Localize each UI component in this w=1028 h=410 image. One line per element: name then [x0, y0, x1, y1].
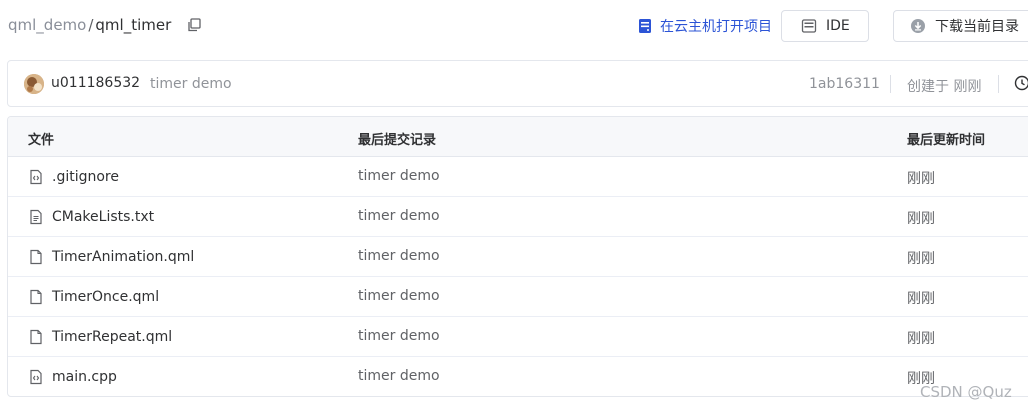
file-icon	[28, 289, 44, 305]
table-row[interactable]: TimerOnce.qml timer demo 刚刚	[8, 277, 1028, 317]
file-commit-message[interactable]: timer demo	[358, 368, 440, 384]
code-file-icon	[28, 369, 44, 385]
column-header-last-update: 最后更新时间	[907, 133, 986, 148]
file-link[interactable]: .gitignore	[28, 157, 119, 196]
file-name: main.cpp	[52, 368, 117, 385]
file-link[interactable]: CMakeLists.txt	[28, 197, 154, 236]
history-icon[interactable]	[1014, 75, 1028, 91]
table-row[interactable]: TimerRepeat.qml timer demo 刚刚	[8, 317, 1028, 357]
code-file-icon	[28, 169, 44, 185]
column-header-last-commit: 最后提交记录	[358, 133, 437, 148]
open-in-cloud-link[interactable]: 在云主机打开项目	[637, 16, 772, 36]
file-update-time: 刚刚	[907, 171, 935, 187]
ide-label: IDE	[826, 18, 850, 34]
file-commit-message[interactable]: timer demo	[358, 328, 440, 344]
breadcrumb-separator: /	[88, 16, 94, 34]
commit-message[interactable]: timer demo	[150, 76, 232, 92]
watermark: CSDN @Quz	[920, 383, 1012, 401]
table-row[interactable]: CMakeLists.txt timer demo 刚刚	[8, 197, 1028, 237]
avatar[interactable]	[24, 74, 44, 94]
text-file-icon	[28, 209, 44, 225]
latest-commit-bar: u011186532 timer demo 1ab16311 创建于 刚刚	[7, 60, 1028, 107]
divider	[890, 75, 891, 93]
table-row[interactable]: TimerAnimation.qml timer demo 刚刚	[8, 237, 1028, 277]
file-update-time: 刚刚	[907, 291, 935, 307]
download-directory-button[interactable]: 下载当前目录	[893, 10, 1028, 42]
file-name: .gitignore	[52, 168, 119, 185]
commit-hash[interactable]: 1ab16311	[809, 76, 880, 92]
breadcrumb: qml_demo / qml_timer	[8, 16, 201, 34]
file-commit-message[interactable]: timer demo	[358, 288, 440, 304]
open-in-cloud-label: 在云主机打开项目	[660, 19, 772, 35]
ide-button[interactable]: IDE	[781, 10, 869, 42]
file-link[interactable]: main.cpp	[28, 357, 117, 396]
repo-toolbar: qml_demo / qml_timer 在云主机打开项目 IDE 下载当前目录	[0, 0, 1028, 54]
file-name: TimerRepeat.qml	[52, 328, 173, 345]
table-row[interactable]: main.cpp timer demo 刚刚	[8, 357, 1028, 396]
commit-author[interactable]: u011186532	[51, 75, 140, 91]
copy-icon[interactable]	[187, 18, 201, 32]
file-link[interactable]: TimerOnce.qml	[28, 277, 159, 316]
file-link[interactable]: TimerRepeat.qml	[28, 317, 172, 356]
download-label: 下载当前目录	[935, 19, 1019, 35]
download-icon	[910, 18, 926, 34]
file-commit-message[interactable]: timer demo	[358, 208, 440, 224]
file-update-time: 刚刚	[907, 331, 935, 347]
file-icon	[28, 249, 44, 265]
file-commit-message[interactable]: timer demo	[358, 168, 440, 184]
file-link[interactable]: TimerAnimation.qml	[28, 237, 194, 276]
ide-icon	[801, 18, 817, 34]
file-update-time: 刚刚	[907, 251, 935, 267]
commit-created-time: 创建于 刚刚	[907, 79, 982, 95]
divider	[998, 75, 999, 93]
file-update-time: 刚刚	[907, 211, 935, 227]
table-row[interactable]: .gitignore timer demo 刚刚	[8, 157, 1028, 197]
file-name: TimerAnimation.qml	[52, 248, 195, 265]
file-icon	[28, 329, 44, 345]
breadcrumb-current: qml_timer	[95, 16, 172, 34]
breadcrumb-repo-link[interactable]: qml_demo	[8, 16, 86, 34]
cloud-host-icon	[637, 18, 653, 34]
file-name: CMakeLists.txt	[52, 208, 155, 225]
file-table: 文件 最后提交记录 最后更新时间 .gitignore timer demo 刚…	[7, 116, 1028, 397]
table-header: 文件 最后提交记录 最后更新时间	[8, 117, 1028, 157]
file-name: TimerOnce.qml	[52, 288, 160, 305]
file-commit-message[interactable]: timer demo	[358, 248, 440, 264]
column-header-file: 文件	[28, 133, 55, 148]
